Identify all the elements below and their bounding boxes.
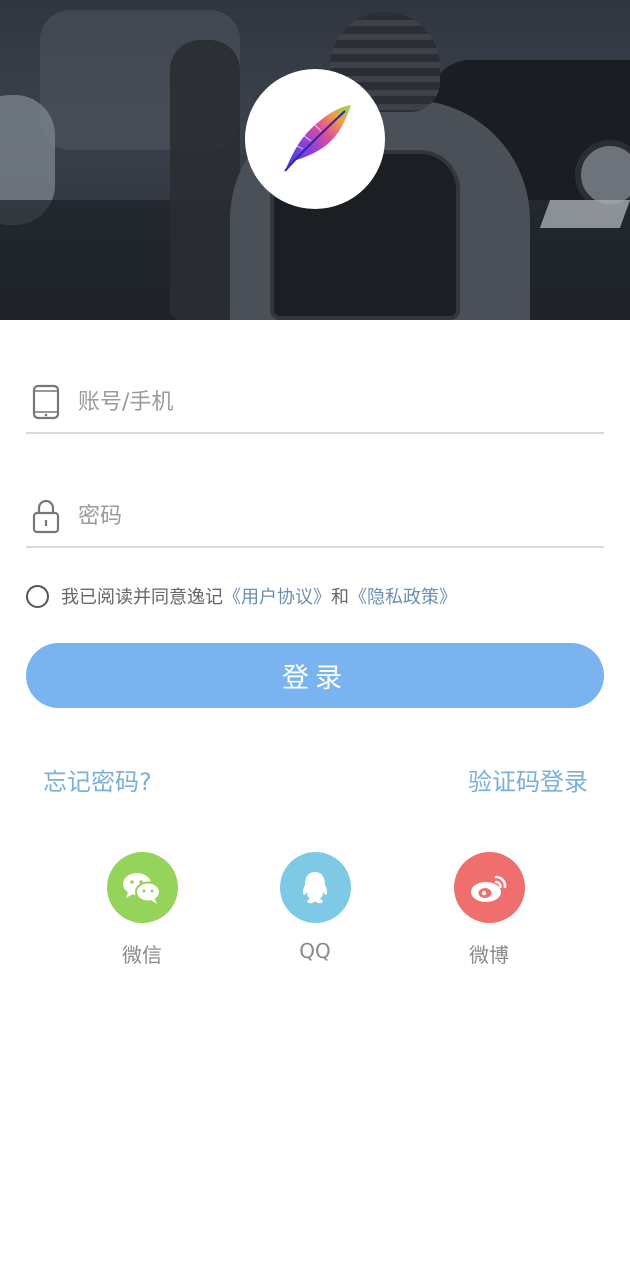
- agreement-prefix: 我已阅读并同意逸记: [61, 587, 223, 608]
- phone-icon: [26, 382, 66, 422]
- app-logo: [245, 69, 385, 209]
- qq-login-button[interactable]: QQ: [255, 852, 375, 963]
- qq-icon: [279, 852, 351, 923]
- sms-login-link[interactable]: 验证码登录: [468, 762, 588, 797]
- user-agreement-link[interactable]: 《用户协议》: [223, 587, 331, 608]
- privacy-policy-link[interactable]: 《隐私政策》: [349, 587, 457, 608]
- account-input[interactable]: [78, 382, 558, 422]
- password-field-row: [26, 486, 604, 548]
- wechat-login-button[interactable]: 微信: [82, 852, 202, 968]
- password-input[interactable]: [78, 496, 558, 536]
- account-field-row: [26, 372, 604, 434]
- weibo-icon: [453, 852, 525, 923]
- lock-icon: [26, 496, 66, 536]
- weibo-login-button[interactable]: 微博: [429, 852, 549, 968]
- feather-logo-icon: [275, 97, 355, 181]
- forgot-password-link[interactable]: 忘记密码?: [43, 762, 152, 797]
- agreement-joiner: 和: [331, 587, 349, 608]
- login-button[interactable]: 登录: [26, 643, 604, 708]
- social-label-wechat: 微信: [122, 943, 162, 967]
- social-label-qq: QQ: [299, 939, 331, 963]
- agreement-row: 我已阅读并同意逸记《用户协议》和《隐私政策》: [26, 582, 457, 610]
- agreement-text: 我已阅读并同意逸记《用户协议》和《隐私政策》: [61, 583, 457, 609]
- social-label-weibo: 微博: [469, 943, 509, 967]
- agreement-checkbox[interactable]: [26, 584, 49, 608]
- wechat-icon: [106, 852, 178, 923]
- photo-crosswalk: [539, 200, 630, 228]
